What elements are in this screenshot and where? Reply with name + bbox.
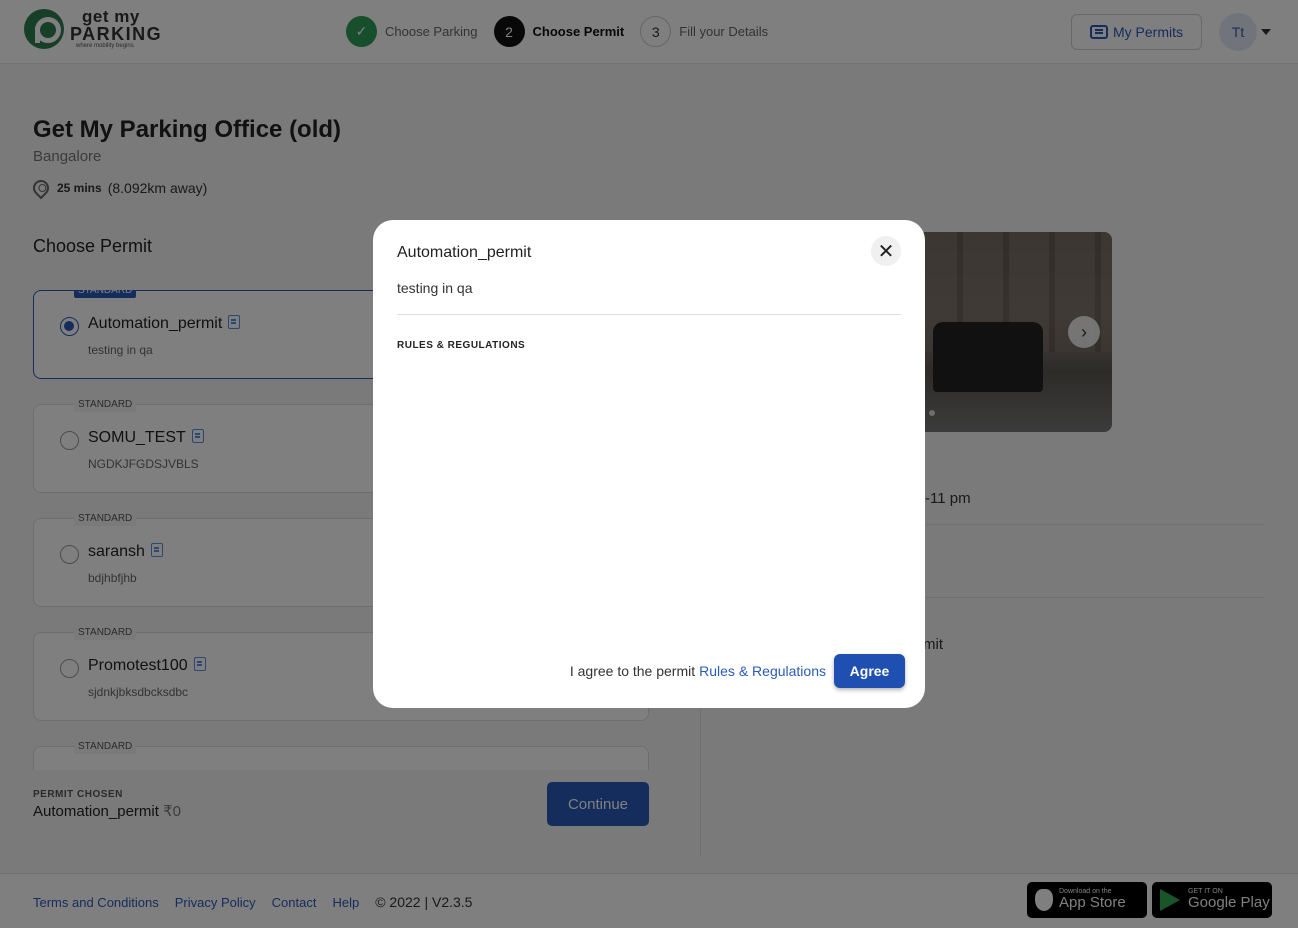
close-icon[interactable]: ✕ bbox=[871, 236, 901, 266]
rules-link[interactable]: Rules & Regulations bbox=[699, 663, 826, 679]
modal-description: testing in qa bbox=[397, 280, 473, 296]
rules-heading: RULES & REGULATIONS bbox=[397, 340, 526, 351]
rules-modal: Automation_permit ✕ testing in qa RULES … bbox=[373, 220, 925, 708]
agree-text: I agree to the permit bbox=[569, 663, 696, 679]
modal-divider bbox=[397, 314, 901, 315]
modal-title: Automation_permit bbox=[397, 244, 532, 261]
agree-row: I agree to the permit Rules & Regulation… bbox=[570, 654, 905, 688]
agree-button[interactable]: Agree bbox=[834, 654, 905, 688]
